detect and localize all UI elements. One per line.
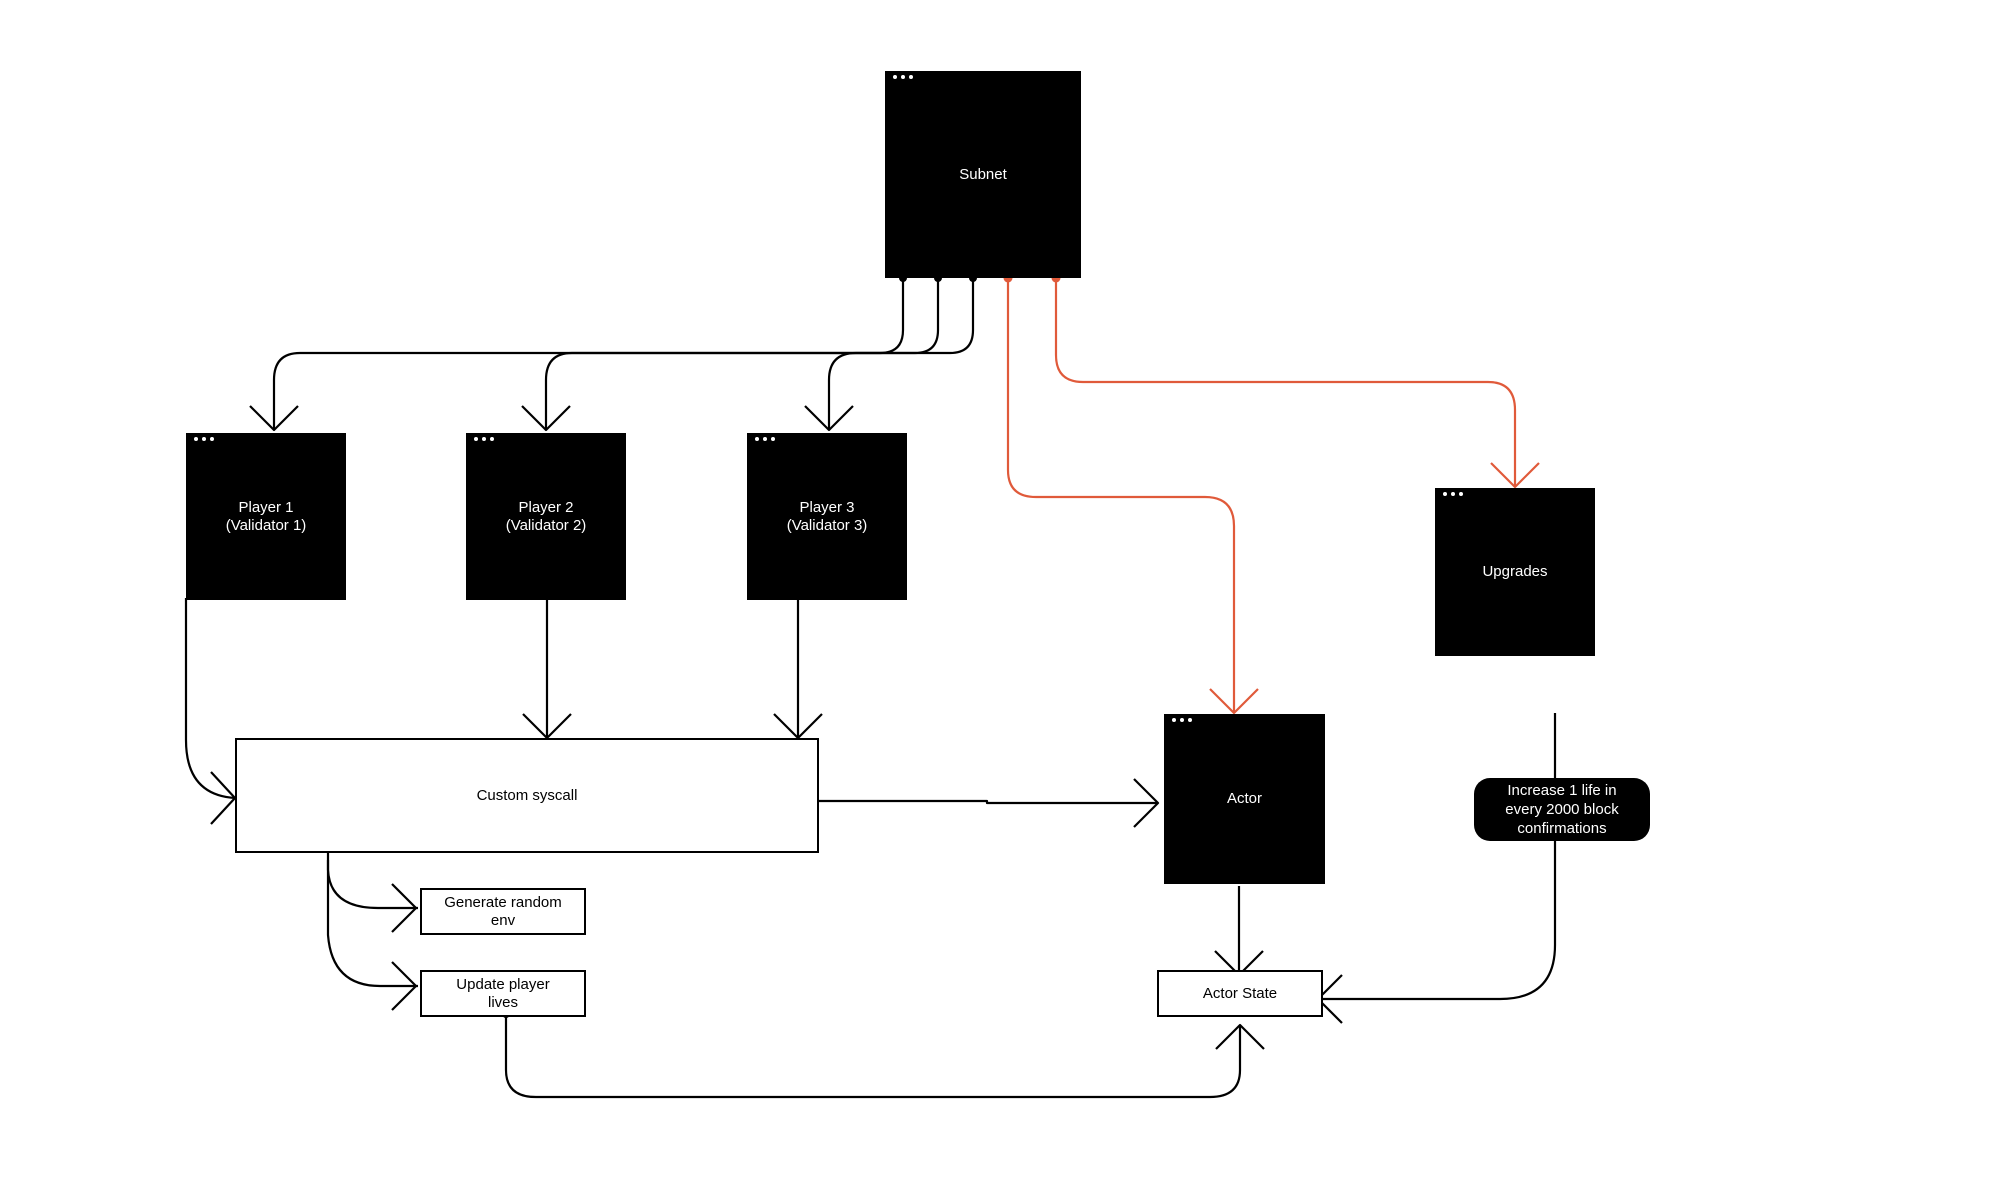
actor-node[interactable]: Actor [1164,714,1325,884]
edge-syscall-actor [815,799,1158,805]
node-label: Player 3 (Validator 3) [786,498,868,534]
node-label: Generate random env [444,893,562,929]
ellipsis-icon[interactable] [893,75,913,79]
actor-state-node[interactable]: Actor State [1157,970,1323,1017]
update-lives-node[interactable]: Update player lives [420,970,586,1017]
node-label: Subnet [959,165,1007,183]
upgrade-note-label: Increase 1 life in every 2000 block conf… [1474,778,1650,841]
edge-update-actorstate [504,1012,1242,1099]
note-text: Increase 1 life in every 2000 block conf… [1505,782,1619,837]
player3-node[interactable]: Player 3 (Validator 3) [747,433,907,600]
ellipsis-icon[interactable] [194,437,214,441]
node-label: Player 2 (Validator 2) [505,498,587,534]
player1-node[interactable]: Player 1 (Validator 1) [186,433,346,600]
generate-env-node[interactable]: Generate random env [420,888,586,935]
ellipsis-icon[interactable] [1172,718,1192,722]
subnet-node[interactable]: Subnet [885,71,1081,278]
edge-upgrades-actorstate [1318,713,1557,1001]
node-label: Player 1 (Validator 1) [225,498,307,534]
ellipsis-icon[interactable] [474,437,494,441]
edge-player1-syscall [184,598,236,800]
upgrades-node[interactable]: Upgrades [1435,488,1595,656]
edge-subnet-upgrades [1054,278,1517,487]
node-label: Actor [1226,790,1262,807]
node-label: Actor State [1202,984,1278,1002]
node-label: Upgrades [1482,563,1548,580]
edge-subnet-actor [1006,278,1236,713]
player2-node[interactable]: Player 2 (Validator 2) [466,433,626,600]
ellipsis-icon[interactable] [1443,492,1463,496]
node-label: Update player lives [456,975,550,1011]
edge-syscall-update [326,860,418,988]
edge-syscall-generate [326,848,418,910]
ellipsis-icon[interactable] [755,437,775,441]
custom-syscall-node[interactable]: Custom syscall [235,738,819,853]
node-label: Custom syscall [476,786,578,804]
